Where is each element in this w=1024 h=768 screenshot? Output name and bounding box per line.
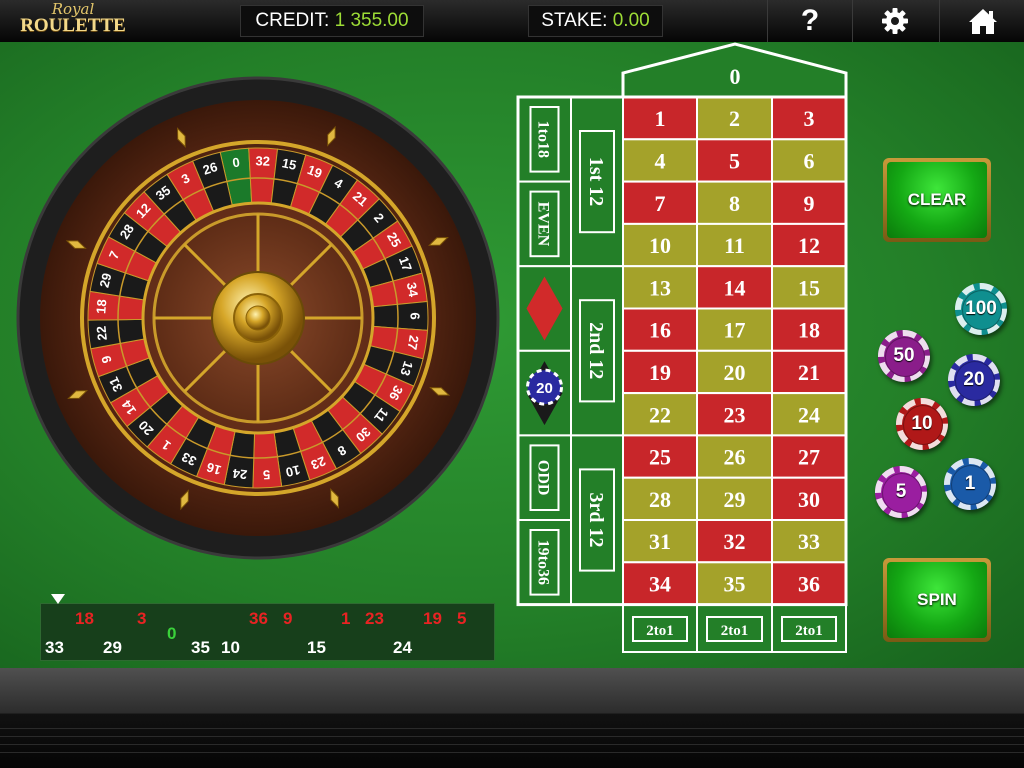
chip-value: 20 xyxy=(963,369,985,390)
bet-column-label: 2to1 xyxy=(795,623,823,639)
placed-chip-value: 20 xyxy=(536,380,553,397)
bet-outside-label: 1to18 xyxy=(535,121,552,158)
bet-number-label: 28 xyxy=(649,487,671,512)
bet-number-label: 24 xyxy=(798,402,820,427)
bottom-bar xyxy=(0,668,1024,768)
clear-button[interactable]: CLEAR xyxy=(883,158,991,242)
bet-number-label: 17 xyxy=(724,318,746,343)
bet-number-label: 19 xyxy=(649,360,671,385)
spin-button[interactable]: SPIN xyxy=(883,558,991,642)
chip-value: 1 xyxy=(964,473,976,494)
bet-number-label: 14 xyxy=(724,275,746,300)
chip-20[interactable]: 20 xyxy=(948,354,1000,406)
bet-number-label: 6 xyxy=(804,148,815,173)
chip-5[interactable]: 5 xyxy=(875,466,927,518)
bet-dozen-label: 3rd 12 xyxy=(585,493,607,548)
clear-button-label: CLEAR xyxy=(907,190,967,209)
chip-value: 50 xyxy=(893,345,915,366)
bet-number-label: 29 xyxy=(724,487,746,512)
bet-number-label: 10 xyxy=(649,233,671,258)
bet-outside-label: EVEN xyxy=(535,202,552,247)
bet-number-label: 20 xyxy=(724,360,746,385)
chip-value: 5 xyxy=(895,481,907,502)
chip-50[interactable]: 50 xyxy=(878,330,930,382)
bet-number-label: 8 xyxy=(729,191,740,216)
bet-number-label: 12 xyxy=(798,233,820,258)
bet-number-label: 13 xyxy=(649,275,671,300)
bet-number-label: 27 xyxy=(798,445,820,470)
chip-100[interactable]: 100 xyxy=(955,283,1007,335)
bet-number-label: 15 xyxy=(798,275,820,300)
betting-table: 01 2 34 5 67 8 910 11 1213 14 1516 17 1819 20 2122 23 24… xyxy=(516,42,848,653)
bet-number-label: 34 xyxy=(649,571,671,596)
chip-value: 100 xyxy=(965,298,997,319)
bet-number-label: 18 xyxy=(798,318,820,343)
bet-dozen-label: 2nd 12 xyxy=(585,322,607,379)
bet-number-label: 2 xyxy=(729,106,740,131)
bet-number-label: 32 xyxy=(724,529,746,554)
bet-number-label: 23 xyxy=(724,402,746,427)
bet-number-label: 25 xyxy=(649,445,671,470)
bet-number-label: 36 xyxy=(798,571,820,596)
bet-number-label: 26 xyxy=(724,445,746,470)
bet-number-label: 7 xyxy=(655,191,666,216)
bet-number-label: 16 xyxy=(649,318,671,343)
bet-outside-label: 19to36 xyxy=(535,540,552,585)
bet-number-label: 11 xyxy=(724,233,745,258)
bet-number-label: 21 xyxy=(798,360,820,385)
chip-value: 10 xyxy=(911,413,933,434)
spin-button-label: SPIN xyxy=(917,590,957,609)
bet-zero-label: 0 xyxy=(730,64,741,89)
bet-number-label: 9 xyxy=(804,191,815,216)
chip-10[interactable]: 10 xyxy=(896,398,948,450)
bet-outside-label: ODD xyxy=(535,460,552,496)
bet-dozen-label: 1st 12 xyxy=(585,157,607,206)
bet-number-label: 3 xyxy=(804,106,815,131)
bet-number-label: 33 xyxy=(798,529,820,554)
bet-number-label: 30 xyxy=(798,487,820,512)
bet-number-label: 31 xyxy=(649,529,671,554)
bet-number-label: 5 xyxy=(729,148,740,173)
chip-1[interactable]: 1 xyxy=(944,458,996,510)
bet-number-label: 1 xyxy=(655,106,666,131)
bet-column-label: 2to1 xyxy=(646,623,674,639)
bet-number-label: 4 xyxy=(655,148,666,173)
bet-number-label: 22 xyxy=(649,402,671,427)
bet-number-label: 35 xyxy=(724,571,746,596)
bet-column-label: 2to1 xyxy=(721,623,749,639)
